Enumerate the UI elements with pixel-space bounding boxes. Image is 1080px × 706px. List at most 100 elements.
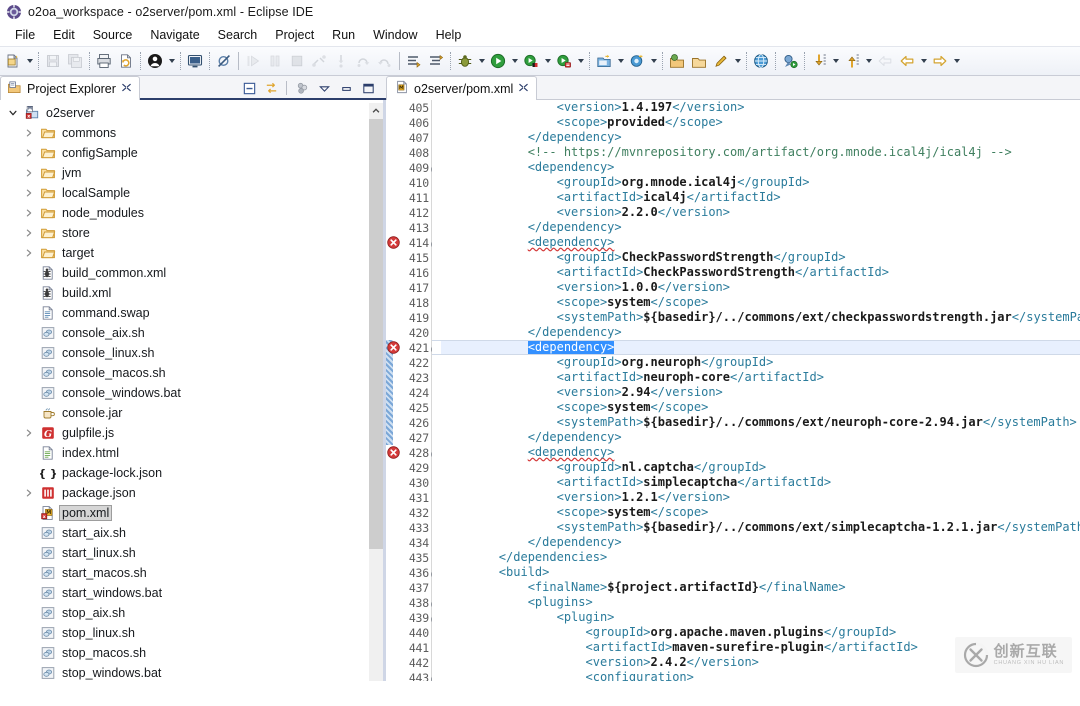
code-line-413[interactable]: </dependency> xyxy=(441,220,1080,235)
tree-item-stop-linux-sh[interactable]: stop_linux.sh xyxy=(0,623,386,643)
menu-navigate[interactable]: Navigate xyxy=(141,26,208,44)
new-java-project-icon[interactable] xyxy=(593,49,615,73)
chevron-right-icon[interactable] xyxy=(22,203,36,223)
minimize-button[interactable] xyxy=(336,78,356,98)
gutter-line-415[interactable]: 415 xyxy=(386,250,431,265)
chevron-right-icon[interactable] xyxy=(22,223,36,243)
scroll-up-arrow-icon[interactable] xyxy=(369,103,383,119)
code-line-439[interactable]: <plugin> xyxy=(441,610,1080,625)
tree-item-console-windows-bat[interactable]: console_windows.bat xyxy=(0,383,386,403)
code-line-424[interactable]: <version>2.94</version> xyxy=(441,385,1080,400)
gutter-line-425[interactable]: 425 xyxy=(386,400,431,415)
tree-item-localsample[interactable]: localSample xyxy=(0,183,386,203)
chevron-right-icon[interactable] xyxy=(22,123,36,143)
menu-help[interactable]: Help xyxy=(427,26,471,44)
tree-item-build-common-xml[interactable]: build_common.xml xyxy=(0,263,386,283)
maximize-button[interactable] xyxy=(358,78,378,98)
code-text-area[interactable]: <version>1.4.197</version> <scope>provid… xyxy=(432,100,1080,681)
tree-item-package-json[interactable]: package.json xyxy=(0,483,386,503)
tree-item-start-linux-sh[interactable]: start_linux.sh xyxy=(0,543,386,563)
chevron-down-icon[interactable] xyxy=(509,49,520,73)
error-marker-icon[interactable] xyxy=(387,341,400,354)
menu-window[interactable]: Window xyxy=(364,26,426,44)
chevron-right-icon[interactable] xyxy=(22,483,36,503)
gutter-line-442[interactable]: 442 xyxy=(386,655,431,670)
menu-edit[interactable]: Edit xyxy=(44,26,84,44)
project-tree[interactable]: xMo2servercommonsconfigSamplejvmlocalSam… xyxy=(0,100,386,681)
gutter-line-423[interactable]: 423 xyxy=(386,370,431,385)
chevron-down-icon[interactable] xyxy=(166,49,177,73)
code-line-441[interactable]: <artifactId>maven-surefire-plugin</artif… xyxy=(441,640,1080,655)
code-line-434[interactable]: </dependency> xyxy=(441,535,1080,550)
chevron-right-icon[interactable] xyxy=(22,143,36,163)
open-task-icon[interactable] xyxy=(688,49,710,73)
skip-breakpoints-icon[interactable] xyxy=(213,49,235,73)
tree-item-command-swap[interactable]: command.swap xyxy=(0,303,386,323)
gutter-line-434[interactable]: 434 xyxy=(386,535,431,550)
code-line-442[interactable]: <version>2.4.2</version> xyxy=(441,655,1080,670)
code-line-420[interactable]: </dependency> xyxy=(441,325,1080,340)
focus-on-active-task-button[interactable] xyxy=(292,78,312,98)
close-icon[interactable] xyxy=(518,82,529,96)
close-icon[interactable] xyxy=(121,82,132,96)
tab-project-explorer[interactable]: Project Explorer xyxy=(0,76,140,100)
gutter-line-405[interactable]: 405 xyxy=(386,100,431,115)
gutter-line-441[interactable]: 441 xyxy=(386,640,431,655)
gutter-line-439[interactable]: 439 xyxy=(386,610,431,625)
chevron-down-icon[interactable] xyxy=(24,49,35,73)
gutter-line-406[interactable]: 406 xyxy=(386,115,431,130)
code-line-428[interactable]: <dependency> xyxy=(441,445,1080,460)
tree-item-console-macos-sh[interactable]: console_macos.sh xyxy=(0,363,386,383)
code-line-426[interactable]: <systemPath>${basedir}/../commons/ext/ne… xyxy=(441,415,1080,430)
menu-file[interactable]: File xyxy=(6,26,44,44)
code-line-427[interactable]: </dependency> xyxy=(441,430,1080,445)
code-line-429[interactable]: <groupId>nl.captcha</groupId> xyxy=(441,460,1080,475)
gutter-line-438[interactable]: 438 xyxy=(386,595,431,610)
gutter-line-427[interactable]: 427 xyxy=(386,430,431,445)
gutter-line-417[interactable]: 417 xyxy=(386,280,431,295)
gutter-line-407[interactable]: 407 xyxy=(386,130,431,145)
tree-item-index-html[interactable]: index.html xyxy=(0,443,386,463)
code-line-436[interactable]: <build> xyxy=(441,565,1080,580)
run-icon[interactable] xyxy=(487,49,509,73)
new-wizard-icon[interactable] xyxy=(2,49,24,73)
new-class-icon[interactable] xyxy=(626,49,648,73)
tree-item-commons[interactable]: commons xyxy=(0,123,386,143)
prev-edit-position-icon[interactable] xyxy=(841,49,863,73)
code-line-432[interactable]: <scope>system</scope> xyxy=(441,505,1080,520)
console-icon[interactable] xyxy=(184,49,206,73)
prev-annotation-icon[interactable] xyxy=(425,49,447,73)
next-edit-position-icon[interactable] xyxy=(808,49,830,73)
tab-o2server-pom-xml[interactable]: M o2server/pom.xml xyxy=(386,76,537,100)
code-line-417[interactable]: <version>1.0.0</version> xyxy=(441,280,1080,295)
coverage-icon[interactable] xyxy=(553,49,575,73)
back-icon[interactable] xyxy=(896,49,918,73)
code-line-415[interactable]: <groupId>CheckPasswordStrength</groupId> xyxy=(441,250,1080,265)
code-line-414[interactable]: <dependency> xyxy=(441,235,1080,250)
link-with-editor-button[interactable] xyxy=(261,78,281,98)
code-line-419[interactable]: <systemPath>${basedir}/../commons/ext/ch… xyxy=(441,310,1080,325)
tree-item-gulpfile-js[interactable]: Ggulpfile.js xyxy=(0,423,386,443)
gutter-line-411[interactable]: 411 xyxy=(386,190,431,205)
tree-item-stop-windows-bat[interactable]: stop_windows.bat xyxy=(0,663,386,681)
search-icon[interactable] xyxy=(710,49,732,73)
chevron-down-icon[interactable] xyxy=(830,49,841,73)
code-line-425[interactable]: <scope>system</scope> xyxy=(441,400,1080,415)
gutter-line-418[interactable]: 418 xyxy=(386,295,431,310)
tree-item-pom-xml[interactable]: Mxpom.xml xyxy=(0,503,386,523)
collapse-all-button[interactable] xyxy=(239,78,259,98)
chevron-right-icon[interactable] xyxy=(22,163,36,183)
tree-item-console-linux-sh[interactable]: console_linux.sh xyxy=(0,343,386,363)
chevron-down-icon[interactable] xyxy=(615,49,626,73)
chevron-right-icon[interactable] xyxy=(22,423,36,443)
tree-item-start-aix-sh[interactable]: start_aix.sh xyxy=(0,523,386,543)
gutter-line-408[interactable]: 408 xyxy=(386,145,431,160)
tree-item-jvm[interactable]: jvm xyxy=(0,163,386,183)
gutter-line-435[interactable]: 435 xyxy=(386,550,431,565)
code-line-438[interactable]: <plugins> xyxy=(441,595,1080,610)
gutter-line-416[interactable]: 416 xyxy=(386,265,431,280)
tree-item-o2server[interactable]: xMo2server xyxy=(0,103,386,123)
gutter-line-443[interactable]: 443 xyxy=(386,670,431,681)
launch-profile-icon[interactable] xyxy=(779,49,801,73)
code-line-416[interactable]: <artifactId>CheckPasswordStrength</artif… xyxy=(441,265,1080,280)
